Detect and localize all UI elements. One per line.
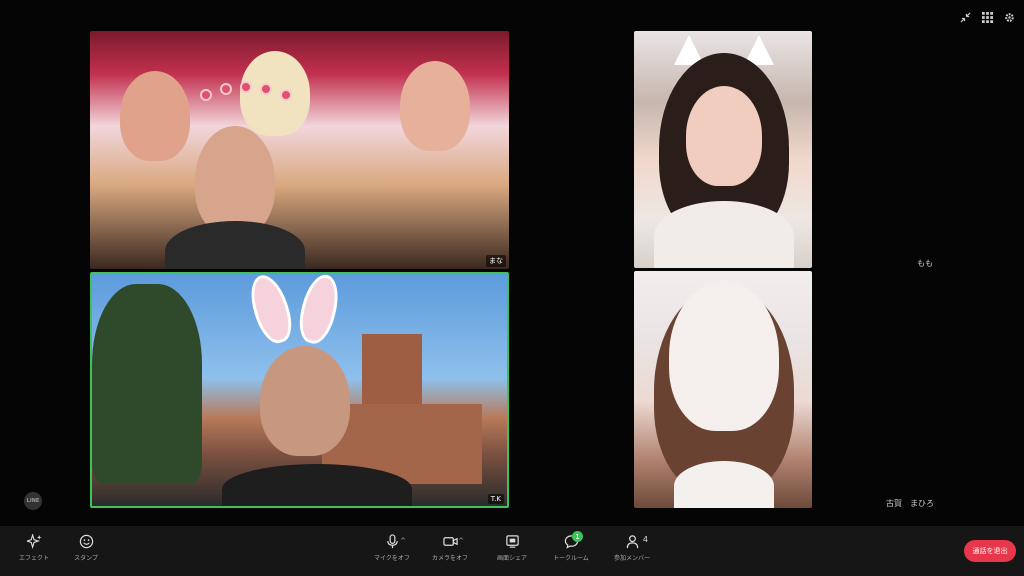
effects-label: エフェクト: [18, 555, 49, 562]
call-toolbar: エフェクト スタンプ ^ マイクをオフ ^ カメラをオフ 画面シェア 1 トーク…: [0, 526, 1024, 576]
flower-crown-icon: [240, 81, 252, 93]
mic-toggle-button[interactable]: ^ マイクをオフ: [364, 534, 420, 562]
video-stage: まな T.K もも 古賀 まひろ LINE: [0, 0, 1024, 526]
grid-view-icon[interactable]: [980, 10, 994, 24]
participant-shoulders: [165, 221, 305, 269]
smiley-icon: [79, 534, 93, 549]
video-tile-tk-active[interactable]: T.K: [90, 272, 509, 508]
minimize-icon[interactable]: [958, 10, 972, 24]
person-icon: [626, 535, 638, 549]
participant-shoulders: [654, 201, 794, 268]
participant-shoulders: [674, 461, 774, 508]
participant-name-label: T.K: [487, 494, 504, 504]
tree: [92, 284, 202, 484]
flower-crown-icon: [220, 83, 232, 95]
chat-room-button[interactable]: 1 トークルーム: [543, 531, 599, 562]
participant-figure: [120, 71, 190, 161]
chevron-up-icon[interactable]: ^: [458, 537, 464, 545]
members-label: 参加メンバー: [613, 555, 650, 562]
participant-name-label: まな: [486, 255, 506, 267]
participant-shoulders: [222, 464, 412, 506]
screen-share-icon: [505, 535, 519, 548]
side-name-label: 古賀 まひろ: [886, 499, 934, 508]
sparkle-icon: [26, 534, 42, 549]
stamp-label: スタンプ: [74, 555, 98, 562]
top-controls: [958, 10, 1016, 24]
microphone-icon: [386, 534, 398, 549]
bunny-ear-icon: [244, 274, 298, 348]
participant-face-mask: [669, 281, 779, 431]
participant-figure: [240, 51, 310, 136]
share-label: 画面シェア: [496, 555, 527, 562]
bunny-ear-icon: [294, 274, 344, 348]
line-logo-text: LINE: [26, 498, 40, 504]
member-count: 4: [642, 535, 648, 544]
video-tile-momo[interactable]: [634, 31, 812, 268]
unread-badge: 1: [572, 531, 583, 542]
participant-face: [195, 126, 275, 236]
members-button[interactable]: 4 参加メンバー: [604, 534, 660, 562]
settings-icon[interactable]: [1002, 10, 1016, 24]
participant-face: [260, 346, 350, 456]
line-logo-icon: LINE: [24, 492, 42, 510]
screen-share-button[interactable]: 画面シェア: [484, 534, 540, 562]
leave-call-button[interactable]: 通話を退出: [964, 540, 1016, 562]
effects-button[interactable]: エフェクト: [6, 534, 62, 562]
camera-label: カメラをオフ: [431, 555, 468, 562]
flower-crown-icon: [280, 89, 292, 101]
camera-toggle-button[interactable]: ^ カメラをオフ: [422, 534, 478, 562]
participant-face: [686, 86, 762, 186]
video-tile-koga-mahiro[interactable]: [634, 271, 812, 508]
chat-label: トークルーム: [553, 555, 589, 562]
side-name-label: もも: [917, 259, 933, 268]
chevron-up-icon[interactable]: ^: [400, 537, 406, 545]
stamp-button[interactable]: スタンプ: [58, 534, 114, 562]
mic-label: マイクをオフ: [374, 555, 410, 562]
video-tile-mana[interactable]: まな: [90, 31, 509, 269]
participant-figure: [400, 61, 470, 151]
flower-crown-icon: [260, 83, 272, 95]
camera-icon: [442, 537, 458, 546]
flower-crown-icon: [200, 89, 212, 101]
